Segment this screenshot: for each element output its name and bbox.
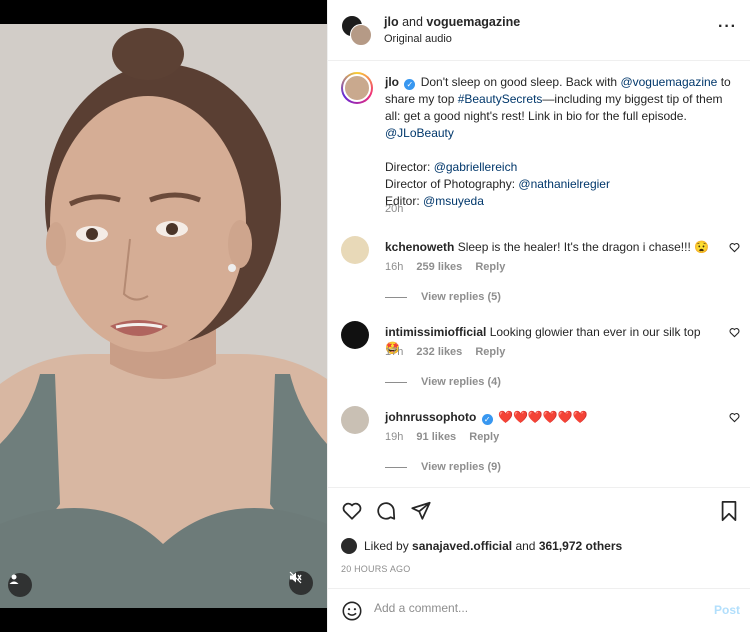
mention-editor[interactable]: @msuyeda xyxy=(423,194,484,208)
liked-by-user-link[interactable]: sanajaved.official xyxy=(412,539,512,553)
director-label: Director: xyxy=(385,160,434,174)
verified-icon: ✓ xyxy=(481,414,493,425)
comment-item: johnrussophoto ✓ ❤️❤️❤️❤️❤️❤️ 19h 91 lik… xyxy=(328,406,750,486)
video-image xyxy=(0,24,327,608)
comment-body: Sleep is the healer! It's the dragon i c… xyxy=(457,240,710,254)
post-actions: Liked by sanajaved.official and 361,972 … xyxy=(328,487,750,632)
mention-voguemagazine[interactable]: @voguemagazine xyxy=(620,75,717,89)
view-replies-button[interactable]: View replies (5) xyxy=(385,291,501,303)
comment-username[interactable]: kchenoweth xyxy=(385,240,454,254)
heart-icon[interactable] xyxy=(341,500,363,525)
reply-button[interactable]: Reply xyxy=(469,431,499,443)
post-timestamp[interactable]: 20 HOURS AGO xyxy=(341,564,410,574)
dop-label: Director of Photography: xyxy=(385,177,519,191)
collab-avatars[interactable] xyxy=(341,15,372,46)
comment-text: johnrussophoto ✓ ❤️❤️❤️❤️❤️❤️ xyxy=(385,409,715,425)
add-comment-bar: Post xyxy=(328,588,750,632)
comment-meta: 16h 259 likes Reply xyxy=(385,261,515,273)
comment-text: kchenoweth Sleep is the healer! It's the… xyxy=(385,239,715,255)
comment-avatar[interactable] xyxy=(341,321,369,349)
comments-section[interactable]: jlo ✓ Don't sleep on good sleep. Back wi… xyxy=(328,61,750,487)
verified-icon: ✓ xyxy=(404,79,416,90)
hashtag-beautysecrets[interactable]: #BeautySecrets xyxy=(458,92,543,106)
comment-time[interactable]: 17h xyxy=(385,346,403,358)
comment-heart-icon[interactable] xyxy=(729,412,740,426)
mention-jlobeauty[interactable]: @JLoBeauty xyxy=(385,126,454,140)
mute-button[interactable] xyxy=(289,571,313,595)
author-voguemagazine-link[interactable]: voguemagazine xyxy=(426,15,520,29)
share-icon[interactable] xyxy=(410,500,432,525)
comment-meta: 17h 232 likes Reply xyxy=(385,346,515,358)
caption-time[interactable]: 20h xyxy=(385,203,403,215)
post-comment-button[interactable]: Post xyxy=(714,603,740,617)
comment-time[interactable]: 19h xyxy=(385,431,403,443)
emoji-icon[interactable] xyxy=(341,600,363,625)
audio-link[interactable]: Original audio xyxy=(384,33,452,45)
comment-time[interactable]: 16h xyxy=(385,261,403,273)
comment-username[interactable]: johnrussophoto xyxy=(385,410,476,424)
caption-part: Don't sleep on good sleep. Back with xyxy=(420,75,621,89)
view-replies-button[interactable]: View replies (4) xyxy=(385,376,501,388)
tagged-users-button[interactable] xyxy=(8,573,32,597)
comment-body: ❤️❤️❤️❤️❤️❤️ xyxy=(498,410,588,424)
comment-username[interactable]: intimissimiofficial xyxy=(385,325,486,339)
view-replies-label: View replies (4) xyxy=(421,376,501,388)
view-replies-button[interactable]: View replies (9) xyxy=(385,461,501,473)
liked-by-and: and xyxy=(515,539,536,553)
comment-item: kchenoweth Sleep is the healer! It's the… xyxy=(328,236,750,316)
comment-likes[interactable]: 259 likes xyxy=(416,261,462,273)
video-frame[interactable] xyxy=(0,24,327,608)
view-replies-label: View replies (9) xyxy=(421,461,501,473)
reply-button[interactable]: Reply xyxy=(475,261,505,273)
comment-likes[interactable]: 91 likes xyxy=(416,431,456,443)
comment-avatar[interactable] xyxy=(341,406,369,434)
avatar-jlo[interactable] xyxy=(350,24,372,46)
comment-icon[interactable] xyxy=(375,500,397,525)
comment-meta: 19h 91 likes Reply xyxy=(385,431,509,443)
comment-avatar[interactable] xyxy=(341,236,369,264)
liked-by-prefix: Liked by xyxy=(364,539,409,553)
likes-count-link[interactable]: 361,972 others xyxy=(539,539,622,553)
post-authors: jlo and voguemagazine xyxy=(384,15,520,29)
reply-button[interactable]: Reply xyxy=(475,346,505,358)
caption-text: jlo ✓ Don't sleep on good sleep. Back wi… xyxy=(385,74,735,210)
comment-heart-icon[interactable] xyxy=(729,327,740,341)
author-joiner: and xyxy=(402,15,423,29)
comment-heart-icon[interactable] xyxy=(729,242,740,256)
comment-item: intimissimiofficial Looking glowier than… xyxy=(328,321,750,401)
comment-likes[interactable]: 232 likes xyxy=(416,346,462,358)
view-replies-label: View replies (5) xyxy=(421,291,501,303)
post-panel: jlo and voguemagazine Original audio ···… xyxy=(327,0,750,632)
more-options-button[interactable]: ··· xyxy=(718,19,737,35)
comment-input[interactable] xyxy=(374,601,704,615)
caption-username[interactable]: jlo xyxy=(385,75,399,89)
post-media[interactable] xyxy=(0,0,327,632)
author-jlo-link[interactable]: jlo xyxy=(384,15,399,29)
caption-avatar[interactable] xyxy=(341,72,373,104)
more-horizontal-icon: ··· xyxy=(718,18,737,35)
bookmark-icon[interactable] xyxy=(719,500,739,525)
liked-by: Liked by sanajaved.official and 361,972 … xyxy=(341,538,622,554)
mention-dop[interactable]: @nathanielregier xyxy=(518,177,610,191)
mention-director[interactable]: @gabriellereich xyxy=(434,160,518,174)
post-header: jlo and voguemagazine Original audio ··· xyxy=(328,0,750,61)
liked-by-avatar[interactable] xyxy=(341,538,357,554)
